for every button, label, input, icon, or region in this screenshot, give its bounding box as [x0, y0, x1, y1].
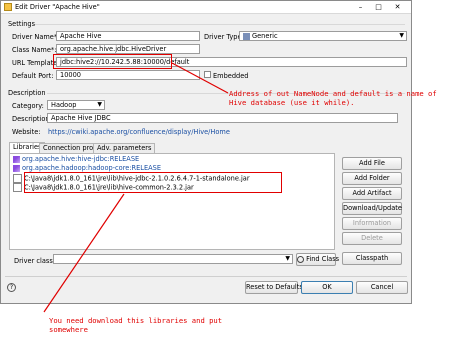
libraries-annotation-line2: somewhere [49, 325, 88, 334]
url-annotation-line1: Address of out NameNode and default is a… [229, 89, 437, 98]
annotation-arrows [43, 62, 229, 313]
libraries-arrow [43, 193, 125, 313]
libraries-annotation-line1: You need download this libraries and put [49, 316, 223, 325]
url-arrow [171, 62, 229, 94]
url-annotation-line2: Hive database (use it while). [229, 98, 355, 107]
libraries-highlight-box [24, 172, 282, 193]
